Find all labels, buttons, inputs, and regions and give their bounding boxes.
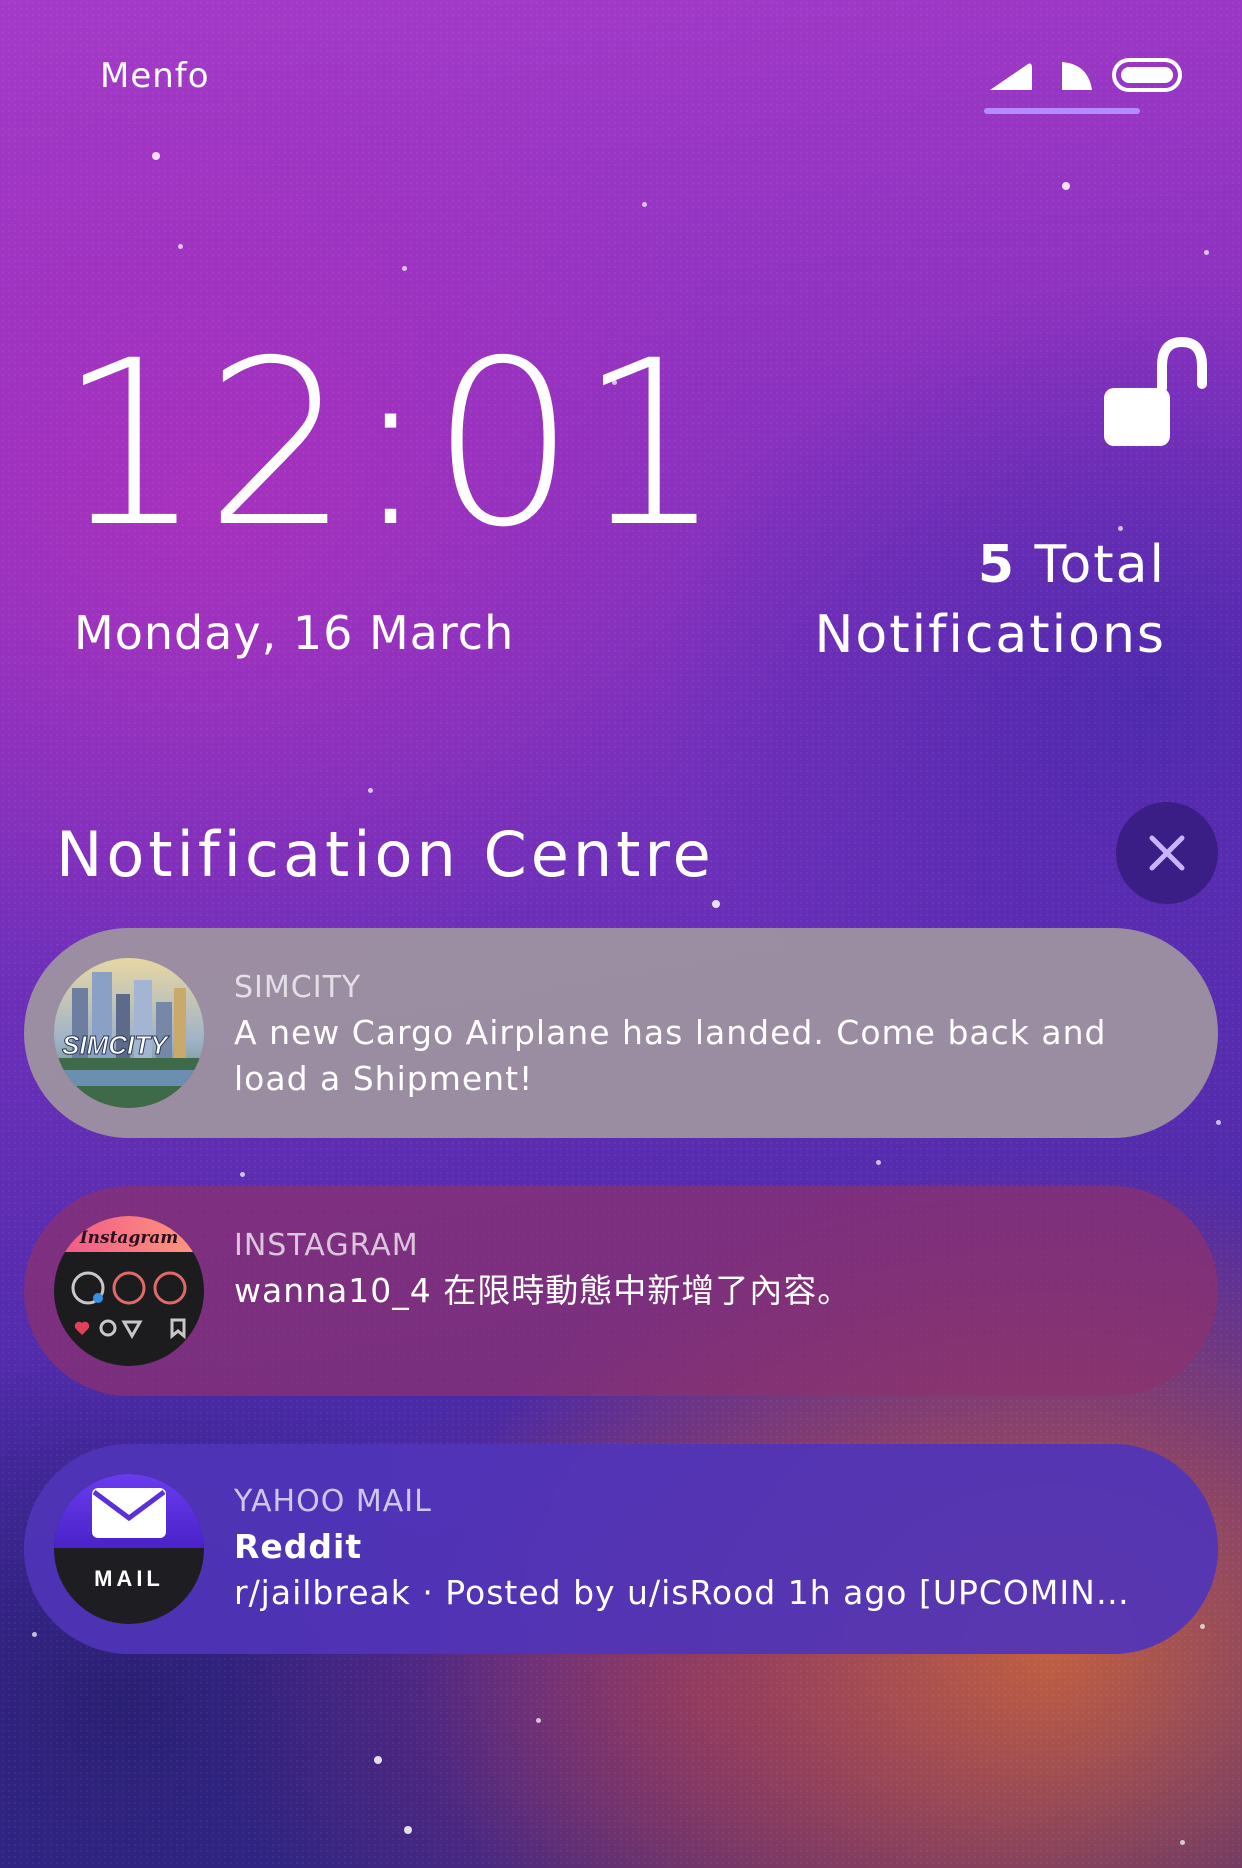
mail-logo: MAIL — [54, 1474, 204, 1624]
notification-count: 5 — [977, 535, 1017, 595]
star — [1204, 250, 1209, 255]
star — [536, 1718, 541, 1723]
star — [178, 244, 183, 249]
star — [404, 1826, 412, 1834]
star — [240, 1172, 245, 1177]
total-line-1: 5 Total — [666, 530, 1166, 600]
clock-time: 12:01 — [58, 311, 726, 577]
star — [1200, 1624, 1205, 1629]
notification-centre-title: Notification Centre — [56, 818, 715, 891]
notification-title: Reddit — [234, 1527, 363, 1566]
simcity-logo: SIMCITY — [54, 958, 204, 1108]
notification-message: r/jailbreak · Posted by u/isRood 1h ago … — [234, 1573, 1138, 1612]
star — [876, 1160, 881, 1165]
total-notifications: 5 Total Notifications — [666, 530, 1166, 670]
notification-instagram[interactable]: Instagram INSTAGRAM wanna10_4 在限時動態中新增了內… — [24, 1186, 1218, 1396]
star — [642, 202, 647, 207]
star — [712, 900, 720, 908]
battery-level — [1121, 67, 1173, 83]
star — [152, 152, 160, 160]
simcity-icon-label: SIMCITY — [62, 1030, 170, 1060]
total-label-notifications: Notifications — [814, 605, 1166, 665]
mail-icon-label: MAIL — [94, 1566, 164, 1591]
notification-app-name: SIMCITY — [234, 970, 362, 1005]
total-label: Total — [1034, 535, 1166, 595]
notification-message: wanna10_4 在限時動態中新增了內容。 — [234, 1271, 852, 1310]
star — [402, 266, 407, 271]
instagram-logo: Instagram — [54, 1216, 204, 1366]
notification-message: A new Cargo Airplane has landed. Come ba… — [234, 1013, 1107, 1098]
notification-content: YAHOO MAIL Reddit r/jailbreak · Posted b… — [234, 1480, 1138, 1616]
star — [1216, 1120, 1221, 1125]
clear-all-button[interactable] — [1116, 802, 1218, 904]
notification-simcity[interactable]: SIMCITY SIMCITY A new Cargo Airplane has… — [24, 928, 1218, 1138]
close-icon — [1149, 835, 1185, 871]
status-underline — [984, 108, 1140, 114]
clock-date: Monday, 16 March — [74, 606, 515, 660]
unlock-icon[interactable] — [1100, 336, 1210, 448]
notification-content: SIMCITY A new Cargo Airplane has landed.… — [234, 966, 1138, 1102]
instagram-app-icon: Instagram — [54, 1216, 204, 1366]
carrier-name: Menfo — [100, 56, 210, 96]
notification-yahoo-mail[interactable]: MAIL YAHOO MAIL Reddit r/jailbreak · Pos… — [24, 1444, 1218, 1654]
yahoo-mail-app-icon: MAIL — [54, 1474, 204, 1624]
notification-content: INSTAGRAM wanna10_4 在限時動態中新增了內容。 — [234, 1224, 1138, 1314]
star — [1062, 182, 1070, 190]
star — [368, 788, 373, 793]
star — [1180, 1840, 1185, 1845]
signal-icon — [990, 63, 1032, 90]
notification-app-name: YAHOO MAIL — [234, 1484, 432, 1519]
instagram-icon-label: Instagram — [79, 1228, 179, 1248]
star — [374, 1756, 382, 1764]
wifi-icon — [1062, 62, 1092, 90]
notification-app-name: INSTAGRAM — [234, 1228, 419, 1263]
simcity-app-icon: SIMCITY — [54, 958, 204, 1108]
star — [32, 1632, 37, 1637]
